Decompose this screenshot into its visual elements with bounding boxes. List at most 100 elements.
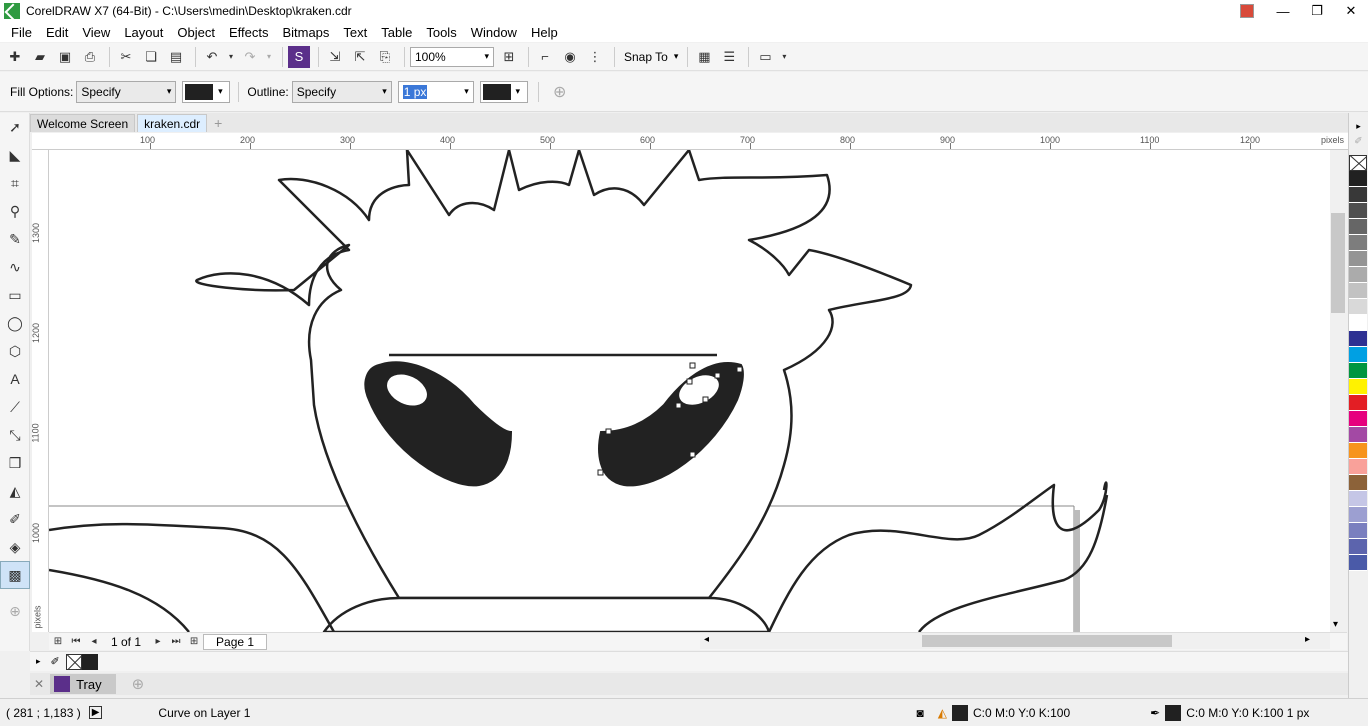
palette-color-swatch[interactable] xyxy=(1349,491,1367,507)
parallel-dimension-tool-icon[interactable]: ⟋ xyxy=(0,393,30,421)
previous-page-icon[interactable]: ◂ xyxy=(85,634,103,650)
palette-color-swatch[interactable] xyxy=(1349,411,1367,427)
palette-color-swatch[interactable] xyxy=(1349,219,1367,235)
palette-flyout-icon[interactable]: ▸ xyxy=(36,656,41,667)
palette-color-swatch[interactable] xyxy=(1349,299,1367,315)
palette-color-swatch[interactable] xyxy=(1349,363,1367,379)
undo-dropdown-icon[interactable]: ▾ xyxy=(226,46,236,68)
color-eyedropper-tool-icon[interactable]: ✐ xyxy=(0,505,30,533)
close-tray-icon[interactable]: ✕ xyxy=(34,677,44,691)
new-document-icon[interactable]: ✚ xyxy=(4,46,26,68)
welcome-screen-icon[interactable]: ▦ xyxy=(693,46,715,68)
palette-color-swatch[interactable] xyxy=(1349,315,1367,331)
eyedropper-icon[interactable]: ✐ xyxy=(1349,136,1368,147)
no-color-swatch[interactable] xyxy=(65,653,82,670)
shape-tool-icon[interactable]: ◣ xyxy=(0,141,30,169)
polygon-tool-icon[interactable]: ⬡ xyxy=(0,337,30,365)
menu-window[interactable]: Window xyxy=(464,25,524,40)
last-page-icon[interactable]: ⏭ xyxy=(167,634,185,650)
menu-text[interactable]: Text xyxy=(336,25,374,40)
add-page-after-icon[interactable]: ⊞ xyxy=(185,634,203,650)
tab-welcome-screen[interactable]: Welcome Screen xyxy=(30,114,136,132)
palette-color-swatch[interactable] xyxy=(1349,523,1367,539)
horizontal-scrollbar[interactable]: ◂ ▸ xyxy=(700,633,1330,649)
transparency-tool-icon[interactable]: ◭ xyxy=(0,477,30,505)
user-account-icon[interactable] xyxy=(1240,4,1254,18)
text-tool-icon[interactable]: A xyxy=(0,365,30,393)
search-content-icon[interactable]: S xyxy=(288,45,310,68)
tray-tab[interactable]: Tray xyxy=(50,674,116,694)
next-page-icon[interactable]: ▸ xyxy=(149,634,167,650)
application-launcher-icon[interactable]: ▭ xyxy=(754,46,776,68)
palette-color-swatch[interactable] xyxy=(1349,251,1367,267)
palette-color-swatch[interactable] xyxy=(1349,331,1367,347)
zoom-level-select[interactable]: 100% ▾ xyxy=(410,46,494,67)
artistic-media-tool-icon[interactable]: ∿ xyxy=(0,253,30,281)
restore-button[interactable]: ❐ xyxy=(1300,0,1334,22)
connector-tool-icon[interactable]: ⤡ xyxy=(0,421,30,449)
palette-color-swatch[interactable] xyxy=(1349,283,1367,299)
menu-object[interactable]: Object xyxy=(170,25,222,40)
save-icon[interactable]: ▣ xyxy=(54,46,76,68)
add-tab-icon[interactable]: + xyxy=(209,114,227,132)
ellipse-tool-icon[interactable]: ◯ xyxy=(0,309,30,337)
horizontal-scrollbar-thumb[interactable] xyxy=(922,635,1172,647)
chevron-down-icon[interactable]: ▾ xyxy=(779,46,789,68)
palette-color-swatch[interactable] xyxy=(1349,539,1367,555)
copy-icon[interactable]: ❏ xyxy=(140,46,162,68)
no-color-swatch[interactable] xyxy=(1349,155,1367,171)
pick-tool-icon[interactable]: ➚ xyxy=(0,113,30,141)
palette-color-swatch[interactable] xyxy=(1349,379,1367,395)
fill-color-picker[interactable]: ▾ xyxy=(182,80,231,103)
palette-color-swatch[interactable] xyxy=(1349,475,1367,491)
palette-color-swatch[interactable] xyxy=(1349,187,1367,203)
paste-icon[interactable]: ▤ xyxy=(165,46,187,68)
cut-icon[interactable]: ✂ xyxy=(115,46,137,68)
first-page-icon[interactable]: ⏮ xyxy=(67,634,85,650)
outline-color-picker[interactable]: ▾ xyxy=(479,80,528,103)
print-icon[interactable]: ⎙ xyxy=(79,46,101,68)
page-tab-1[interactable]: Page 1 xyxy=(203,633,268,650)
zoom-tool-icon[interactable]: ⚲ xyxy=(0,197,30,225)
menu-file[interactable]: File xyxy=(4,25,39,40)
scroll-left-icon[interactable]: ◂ xyxy=(704,634,709,645)
eyedropper-icon[interactable]: ✐ xyxy=(51,655,60,668)
palette-color-swatch[interactable] xyxy=(1349,395,1367,411)
outline-width-value[interactable]: 1 px xyxy=(402,84,428,99)
palette-color-swatch[interactable] xyxy=(1349,443,1367,459)
rectangle-tool-icon[interactable]: ▭ xyxy=(0,281,30,309)
outline-width-select[interactable]: 1 px ▾ xyxy=(397,80,474,103)
palette-color-swatch[interactable] xyxy=(1349,427,1367,443)
palette-color-swatch[interactable] xyxy=(1349,555,1367,571)
full-screen-preview-icon[interactable]: ⊞ xyxy=(498,46,520,68)
add-tool-icon[interactable]: ⊕ xyxy=(0,597,30,625)
redo-dropdown-icon[interactable]: ▾ xyxy=(264,46,274,68)
add-preset-icon[interactable]: ⊕ xyxy=(549,81,571,103)
add-tray-icon[interactable]: ⊕ xyxy=(132,675,145,693)
show-guidelines-icon[interactable]: ⋮ xyxy=(584,46,606,68)
drawing-canvas[interactable] xyxy=(49,150,1330,632)
open-folder-icon[interactable]: ▰ xyxy=(29,46,51,68)
vertical-ruler[interactable]: 1300 1200 1100 1000 pixels xyxy=(32,150,49,632)
export-icon[interactable]: ⇱ xyxy=(349,46,371,68)
crop-tool-icon[interactable]: ⌗ xyxy=(0,169,30,197)
fill-status-swatch[interactable] xyxy=(951,704,968,721)
palette-color-swatch[interactable] xyxy=(1349,507,1367,523)
black-color-swatch[interactable] xyxy=(81,653,98,670)
drop-shadow-tool-icon[interactable]: ❒ xyxy=(0,449,30,477)
palette-color-swatch[interactable] xyxy=(1349,235,1367,251)
menu-layout[interactable]: Layout xyxy=(117,25,170,40)
close-button[interactable]: ✕ xyxy=(1334,0,1368,22)
color-proof-icon[interactable]: ◙ xyxy=(916,706,923,720)
scroll-down-icon[interactable]: ▾ xyxy=(1333,619,1338,630)
tab-kraken-cdr[interactable]: kraken.cdr xyxy=(137,114,208,132)
smart-fill-tool-icon[interactable]: ▩ xyxy=(0,561,30,589)
publish-pdf-icon[interactable]: ⎘ xyxy=(374,46,396,68)
menu-edit[interactable]: Edit xyxy=(39,25,75,40)
outline-status-swatch[interactable] xyxy=(1165,704,1182,721)
play-icon[interactable]: ▶ xyxy=(88,706,103,719)
menu-bitmaps[interactable]: Bitmaps xyxy=(275,25,336,40)
outline-select[interactable]: Specify ▾ xyxy=(291,80,392,103)
minimize-button[interactable]: — xyxy=(1266,0,1300,22)
palette-color-swatch[interactable] xyxy=(1349,459,1367,475)
